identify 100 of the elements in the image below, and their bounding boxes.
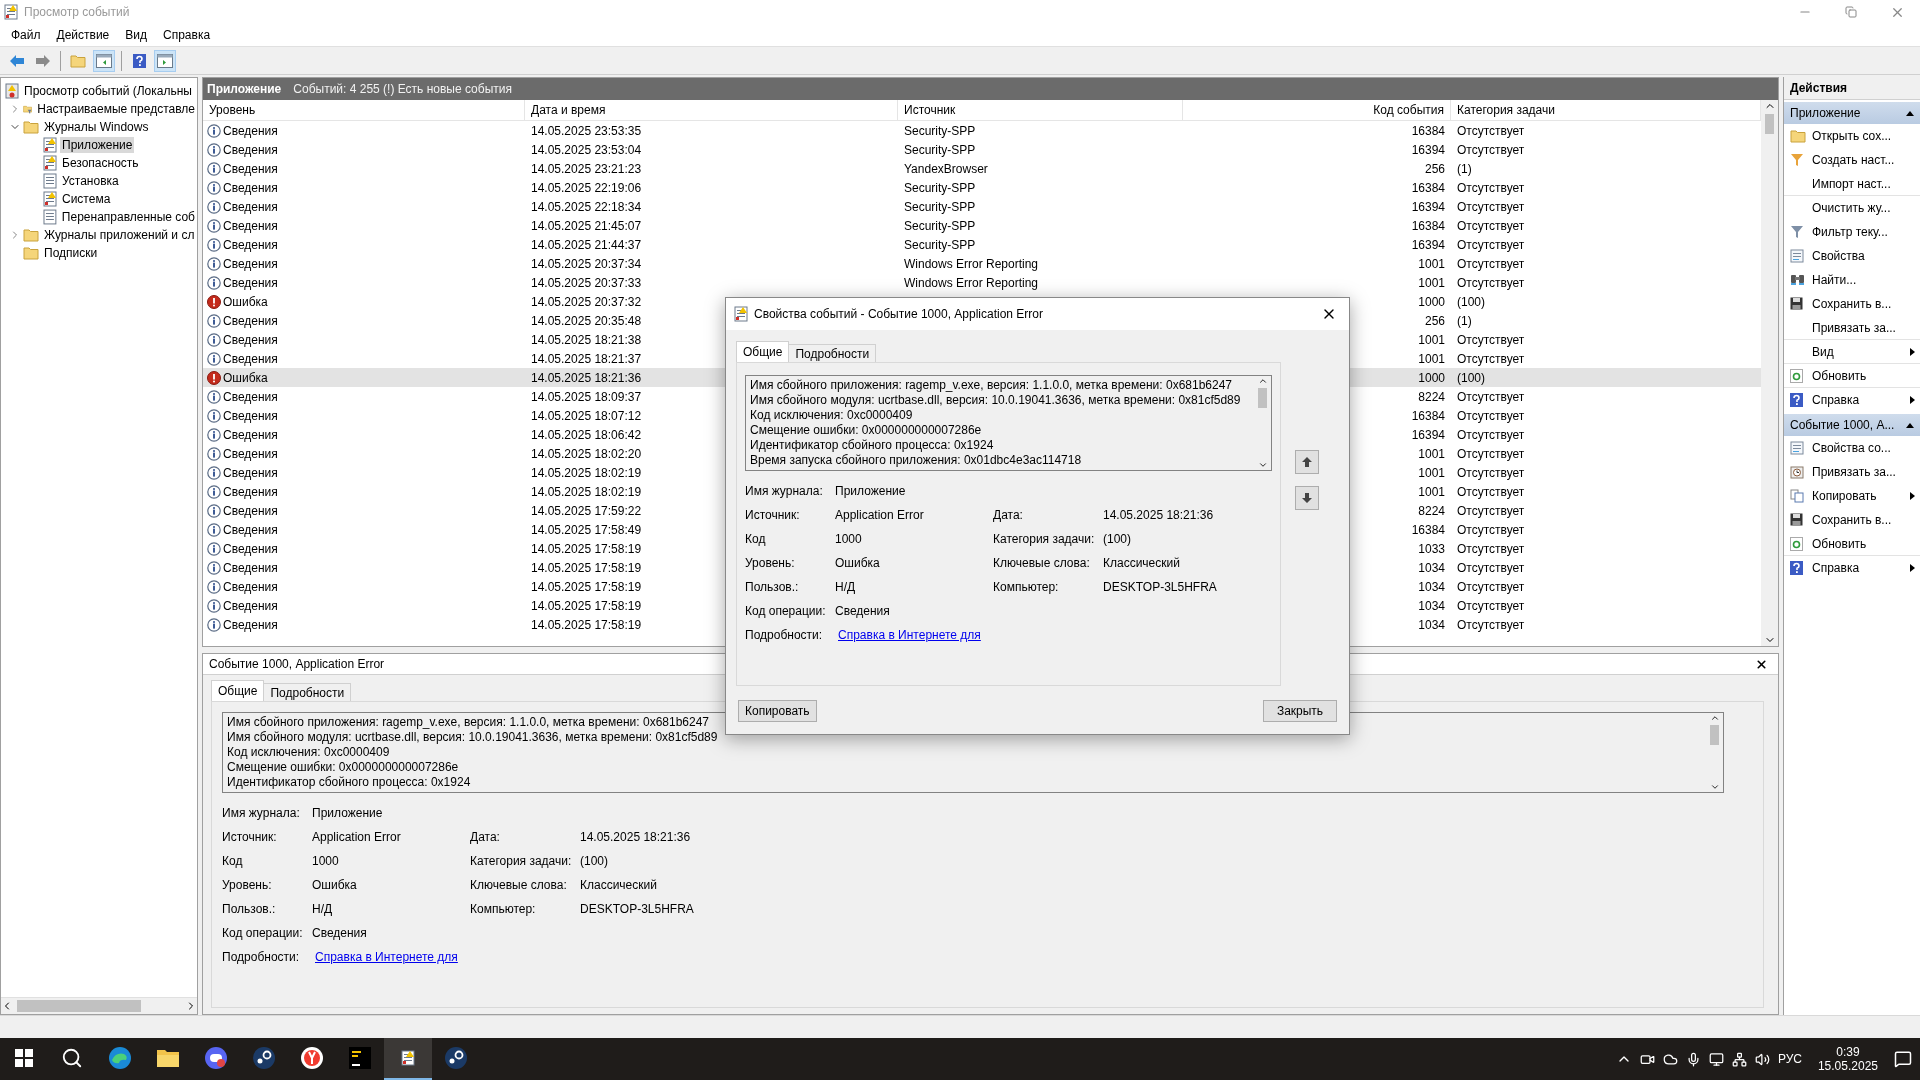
category-cell-text: Отсутствует [1456, 408, 1526, 423]
level-cell: Сведения [223, 389, 278, 404]
source-cell-text: Security-SPP [903, 180, 977, 195]
field-label: Источник: [745, 508, 801, 522]
code-cell-text: 256 [1423, 161, 1446, 176]
field-value: Application Error [835, 508, 925, 522]
category-cell-text: (1) [1456, 313, 1473, 328]
source-cell-text: Security-SPP [903, 123, 977, 138]
code-cell-text: 1033 [1417, 541, 1446, 556]
code-cell-text: 8224 [1417, 389, 1446, 404]
code-cell-text: 16394 [1410, 237, 1446, 252]
source-cell-text: Security-SPP [903, 237, 977, 252]
code-cell-text: 8224 [1417, 503, 1446, 518]
actions-title: Действия [1784, 77, 1920, 100]
date-cell-text: 14.05.2025 18:07:12 [530, 408, 643, 423]
code-cell-text: 1001 [1417, 256, 1446, 271]
code-cell-text: 16394 [1410, 199, 1446, 214]
field-value: Application Error [312, 830, 402, 844]
code-cell-text: 1034 [1417, 598, 1446, 613]
level-cell: Сведения [223, 503, 278, 518]
field-value: Приложение [312, 806, 384, 820]
level-cell: Сведения [223, 123, 278, 138]
description-line: Имя сбойного модуля: ucrtbase.dll, версия: 10.0.19041.3636, метка времени: 0x81cf5d89 [750, 393, 1242, 408]
category-cell-text: Отсутствует [1456, 465, 1526, 480]
field-value: DESKTOP-3L5HFRA [580, 902, 695, 916]
level-cell: Сведения [223, 465, 278, 480]
field-label: Источник: [222, 830, 278, 844]
code-cell-text: 16384 [1410, 123, 1446, 138]
code-cell-text: 16384 [1410, 408, 1446, 423]
source-cell-text: Windows Error Reporting [903, 256, 1040, 271]
date-cell-text: 14.05.2025 17:58:19 [530, 560, 643, 575]
field-label: Категория задачи: [470, 854, 573, 868]
field-value: 1000 [312, 854, 340, 868]
date-cell-text: 14.05.2025 17:58:19 [530, 598, 643, 613]
field-label: Компьютер: [470, 902, 537, 916]
level-cell: Сведения [223, 332, 278, 347]
date-cell-text: 14.05.2025 23:21:23 [530, 161, 643, 176]
description-line: Идентификатор сбойного процесса: 0x1924 [750, 438, 995, 453]
category-cell-text: Отсутствует [1456, 503, 1526, 518]
level-cell: Сведения [223, 237, 278, 252]
description-line: Имя сбойного приложения: ragemp_v.exe, версия: 1.1.0.0, метка времени: 0x681b6247 [750, 378, 1234, 393]
date-cell-text: 14.05.2025 18:21:38 [530, 332, 643, 347]
source-cell-text: Windows Error Reporting [903, 275, 1040, 290]
field-label: Имя журнала: [745, 484, 824, 498]
date-cell-text: 14.05.2025 18:06:42 [530, 427, 643, 442]
level-cell: Сведения [223, 541, 278, 556]
field-label: Уровень: [745, 556, 796, 570]
date-cell-text: 14.05.2025 18:02:19 [530, 465, 643, 480]
category-cell-text: Отсутствует [1456, 275, 1526, 290]
date-cell-text: 14.05.2025 22:19:06 [530, 180, 643, 195]
level-cell: Сведения [223, 579, 278, 594]
field-label: Пользов.: [222, 902, 277, 916]
category-cell-text: Отсутствует [1456, 579, 1526, 594]
source-cell-text: Security-SPP [903, 199, 977, 214]
field-label: Имя журнала: [222, 806, 301, 820]
level-cell: Сведения [223, 408, 278, 423]
level-cell: Сведения [223, 351, 278, 366]
field-value: Н/Д [312, 902, 334, 916]
field-value: DESKTOP-3L5HFRA [1103, 580, 1218, 594]
source-cell-text: YandexBrowser [903, 161, 989, 176]
category-cell-text: Отсутствует [1456, 598, 1526, 613]
field-label: Подробности: [222, 950, 301, 964]
date-cell-text: 14.05.2025 18:21:37 [530, 351, 643, 366]
field-value: (100) [1103, 532, 1132, 546]
category-cell-text: Отсутствует [1456, 522, 1526, 537]
category-cell-text: Отсутствует [1456, 218, 1526, 233]
code-cell-text: 1001 [1417, 351, 1446, 366]
level-cell: Ошибка [223, 370, 268, 385]
level-cell: Сведения [223, 218, 278, 233]
level-cell: Сведения [223, 313, 278, 328]
category-cell-text: Отсутствует [1456, 237, 1526, 252]
date-cell-text: 14.05.2025 20:37:33 [530, 275, 643, 290]
field-label: Ключевые слова: [470, 878, 568, 892]
field-value: Сведения [835, 604, 891, 618]
category-cell-text: (100) [1456, 294, 1486, 309]
log-title: Приложение [207, 82, 282, 96]
date-cell-text: 14.05.2025 18:02:20 [530, 446, 643, 461]
field-value: Ошибка [312, 878, 358, 892]
code-cell-text: 16394 [1410, 427, 1446, 442]
field-label: Дата: [470, 830, 501, 844]
description-line: Смещение ошибки: 0x000000000007286e [227, 760, 460, 775]
field-value: 14.05.2025 18:21:36 [1103, 508, 1215, 522]
level-cell: Сведения [223, 275, 278, 290]
date-cell-text: 14.05.2025 17:58:49 [530, 522, 643, 537]
category-cell-text: Отсутствует [1456, 123, 1526, 138]
category-cell-text: (100) [1456, 370, 1486, 385]
category-cell-text: Отсутствует [1456, 389, 1526, 404]
category-cell-text: Отсутствует [1456, 560, 1526, 575]
level-cell: Сведения [223, 484, 278, 499]
category-cell-text: Отсутствует [1456, 256, 1526, 271]
field-label: Код [222, 854, 244, 868]
level-cell: Сведения [223, 560, 278, 575]
category-cell-text: Отсутствует [1456, 351, 1526, 366]
category-cell-text: Отсутствует [1456, 617, 1526, 632]
level-cell: Сведения [223, 142, 278, 157]
date-cell-text: 14.05.2025 20:37:34 [530, 256, 643, 271]
date-cell-text: 14.05.2025 17:58:19 [530, 579, 643, 594]
level-cell: Сведения [223, 427, 278, 442]
field-label: Компьютер: [993, 580, 1060, 594]
field-label: Код операции: [745, 604, 827, 618]
